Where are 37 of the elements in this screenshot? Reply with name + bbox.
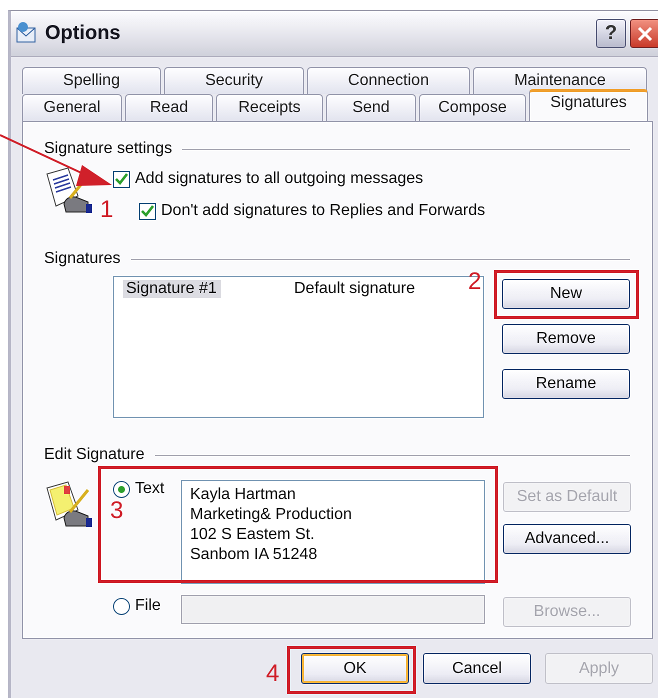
step-number: 4 — [266, 660, 280, 688]
signature-icon — [44, 480, 94, 528]
section-title: Signatures — [44, 250, 120, 268]
tab[interactable]: Receipts — [216, 94, 323, 121]
signature-text-field[interactable]: Kayla Hartman Marketing& Production 102 S Eastem St. Sanbom IA 51248 — [181, 480, 485, 584]
checkbox[interactable] — [139, 202, 156, 220]
section-title: Edit Signature — [44, 446, 145, 464]
step-number: 1 — [100, 196, 114, 224]
checkbox-label: Add signatures to all outgoing messages — [135, 170, 424, 188]
radio-button[interactable] — [113, 598, 130, 615]
tab[interactable]: Security — [164, 67, 304, 94]
tab[interactable]: Compose — [419, 94, 526, 121]
tab[interactable]: Connection — [307, 67, 470, 94]
signature-button[interactable]: Rename — [502, 369, 630, 399]
signature-note: Default signature — [294, 280, 415, 298]
signature-button[interactable]: Remove — [502, 324, 630, 354]
signature-name[interactable]: Signature #1 — [123, 280, 221, 298]
tab[interactable]: Signatures — [529, 89, 648, 121]
tab[interactable]: Spelling — [22, 67, 161, 94]
window-title: Options — [45, 22, 121, 45]
tab[interactable]: General — [22, 94, 122, 121]
section-title: Signature settings — [44, 140, 172, 158]
step-number: 3 — [110, 497, 124, 525]
radio-label: File — [135, 597, 161, 615]
tab[interactable]: Send — [326, 94, 416, 121]
file-field[interactable] — [181, 595, 485, 624]
dialog-button[interactable]: OK — [301, 653, 409, 684]
checkbox-label: Don't add signatures to Replies and Forwards — [161, 202, 486, 220]
signature-button[interactable]: New — [502, 279, 630, 309]
help-button[interactable]: ? — [596, 19, 626, 48]
tab[interactable]: Read — [125, 94, 213, 121]
advanced-button[interactable]: Advanced... — [503, 524, 631, 554]
dialog-button[interactable]: Cancel — [423, 653, 531, 684]
radio-label: Text — [135, 480, 164, 498]
close-icon[interactable] — [630, 19, 658, 48]
checkbox[interactable] — [113, 170, 130, 188]
radio-button[interactable] — [113, 481, 130, 498]
